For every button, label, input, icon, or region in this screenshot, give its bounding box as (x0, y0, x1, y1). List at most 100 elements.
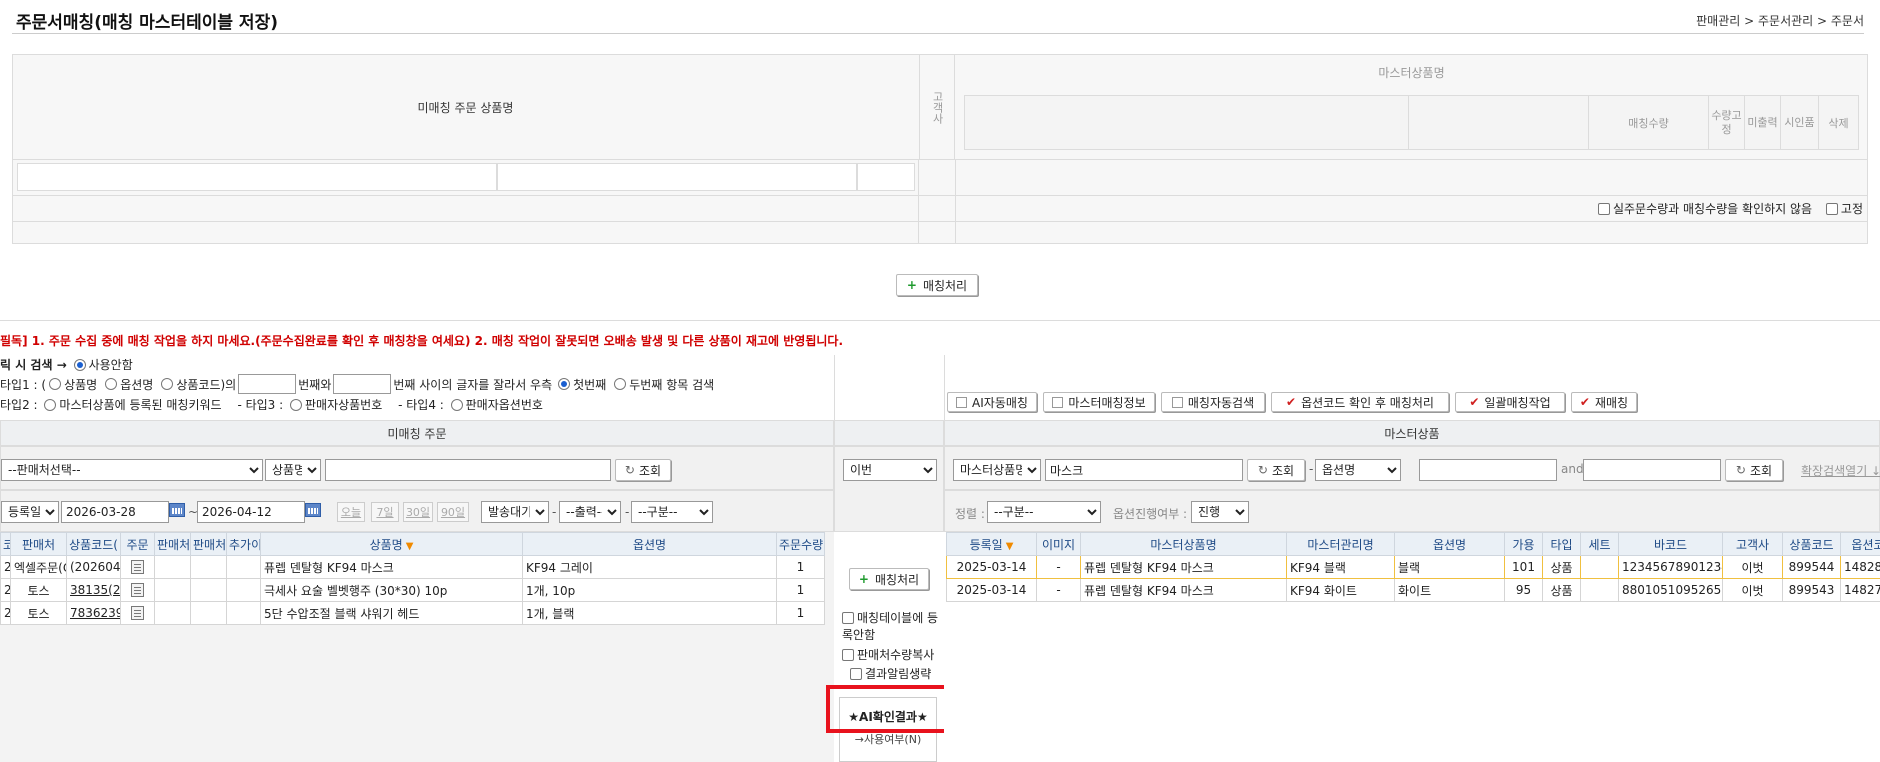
box-icon (1171, 396, 1183, 408)
type-select[interactable]: --구분-- (631, 501, 713, 523)
master-match-info-button[interactable]: 마스터매칭정보 (1043, 392, 1155, 412)
option-input-1[interactable] (1419, 459, 1557, 481)
col-type[interactable]: 타입 (1542, 532, 1581, 556)
col-order-qty[interactable]: 주문수량 (776, 532, 825, 556)
period-select[interactable]: 이번 (843, 459, 937, 481)
rematch-button[interactable]: ✔ 재매칭 (1571, 392, 1637, 412)
col-product-code[interactable]: 상품코드 (1782, 532, 1841, 556)
option-code-check-button[interactable]: ✔ 옵션코드 확인 후 매칭처리 (1271, 392, 1449, 412)
breadcrumb: 판매관리 > 주문서관리 > 주문서 (1696, 14, 1864, 28)
right-filter-bar: 정렬 : --구분-- 옵션진행여부 : 진행 (944, 490, 1880, 532)
check-icon: ✔ (1286, 395, 1297, 409)
expand-search-link[interactable]: 확장검색열기 ↓ (1801, 462, 1880, 479)
col-product-name[interactable]: 상품명 ▼ (260, 532, 523, 556)
master-header: 마스터상품명 (1378, 65, 1445, 80)
radio-first[interactable] (558, 378, 571, 390)
radio-product-code[interactable] (161, 378, 174, 390)
table-row[interactable]: 2025-03-14 - 퓨렙 덴탈형 KF94 마스크 KF94 화이트 화이… (946, 578, 1880, 602)
search-options: 릭 시 검색 → 사용안함 타입1 : ( 상품명 옵션명 상품코드 )의 번째… (0, 358, 715, 412)
copy-qty-checkbox[interactable] (842, 649, 854, 661)
no-register-checkbox[interactable] (842, 612, 854, 624)
match-process-button[interactable]: + 매칭처리 (849, 568, 929, 590)
bulk-match-button[interactable]: ✔ 일괄매칭작업 (1455, 392, 1565, 412)
table-row[interactable]: 2025-03-14 - 퓨렙 덴탈형 KF94 마스크 KF94 블랙 블랙 … (946, 555, 1880, 579)
print-select[interactable]: --출력-- (559, 501, 621, 523)
box-icon (1052, 396, 1064, 408)
skip-alert-option: 결과알림생략 (850, 665, 946, 682)
radio-second[interactable] (614, 378, 627, 390)
seller-select[interactable]: --판매처선택-- (1, 459, 263, 481)
option-search-button[interactable]: ↻ 조회 (1725, 459, 1783, 481)
date-from-input[interactable] (61, 501, 169, 523)
radio-none[interactable] (73, 359, 86, 371)
match-process-button-top[interactable]: + 매칭처리 (896, 274, 978, 296)
sort-icon: ▼ (1005, 540, 1014, 552)
col-set[interactable]: 세트 (1580, 532, 1619, 556)
radio-seller-product-no[interactable] (289, 399, 302, 411)
col-customer[interactable]: 고객사 (1722, 532, 1783, 556)
progress-select[interactable]: 진행 (1191, 501, 1249, 523)
col-seller[interactable]: 판매처 (10, 532, 67, 556)
col-no[interactable]: 코 (0, 532, 11, 556)
radio-product-name[interactable] (49, 378, 62, 390)
col-seller-2[interactable]: 판매처 (154, 532, 191, 556)
quick-90d[interactable]: 90일 (437, 502, 469, 522)
col-product-code[interactable]: 상품코드( (66, 532, 121, 556)
unmatched-extra-input[interactable] (857, 163, 915, 191)
dash-separator: - (552, 505, 557, 519)
option-field-select[interactable]: 옵션명 (1315, 459, 1401, 481)
master-field-select[interactable]: 마스터상품명 (953, 459, 1041, 481)
left-search-input[interactable] (325, 459, 611, 481)
cut-end-input[interactable] (333, 374, 392, 394)
table-row[interactable]: 21 엑셀주문(C (2026041 퓨렙 덴탈형 KF94 마스크 KF94 … (0, 555, 825, 579)
col-option-code[interactable]: 옵션코드 (1840, 532, 1880, 556)
option-input-2[interactable] (1583, 459, 1721, 481)
status-select[interactable]: 발송대기 (481, 501, 549, 523)
master-keyword-input[interactable] (1045, 459, 1243, 481)
document-icon[interactable] (131, 606, 144, 621)
unmatched-panel-header: 미매칭 주문 (0, 420, 834, 446)
col-match-qty: 매칭수량 (1589, 96, 1709, 149)
col-master-name[interactable]: 마스터상품명 (1080, 532, 1287, 556)
document-icon[interactable] (131, 560, 144, 575)
page-title: 주문서매칭(매칭 마스터테이블 저장) (16, 13, 278, 33)
skip-alert-checkbox[interactable] (850, 668, 862, 680)
unmatched-name-input-1[interactable] (17, 163, 497, 191)
col-avail[interactable]: 가용 (1504, 532, 1543, 556)
calendar-icon[interactable] (305, 503, 321, 517)
warning-text: 필독] 1. 주문 수집 중에 매칭 작업을 하지 마세요.(주문수집완료를 확… (0, 334, 843, 348)
col-image[interactable]: 이미지 (1036, 532, 1081, 556)
state-select[interactable]: --구분-- (987, 501, 1101, 523)
master-search-button[interactable]: ↻ 조회 (1247, 459, 1305, 481)
field-select[interactable]: 상품명 (265, 459, 321, 481)
left-search-button[interactable]: ↻ 조회 (615, 459, 671, 481)
col-reg-date[interactable]: 등록일 ▼ (946, 532, 1037, 556)
table-row[interactable]: 21 토스 7836239( 5단 수압조절 블랙 샤워기 헤드 1개, 블랙 … (0, 601, 825, 625)
date-type-select[interactable]: 등록일 (1, 501, 59, 523)
calendar-icon[interactable] (169, 503, 185, 517)
document-icon[interactable] (131, 583, 144, 598)
unmatched-option-input[interactable] (497, 163, 857, 191)
table-row[interactable]: 21 토스 38135(20 극세사 요술 벨벳행주 (30*30) 10p 1… (0, 578, 825, 602)
col-order[interactable]: 주문 (120, 532, 155, 556)
col-master-mgmt[interactable]: 마스터관리명 (1286, 532, 1395, 556)
cut-start-input[interactable] (238, 374, 297, 394)
col-barcode[interactable]: 바코드 (1618, 532, 1723, 556)
radio-match-keyword[interactable] (44, 399, 57, 411)
col-option[interactable]: 옵션명 (1394, 532, 1505, 556)
quick-7d[interactable]: 7일 (371, 502, 399, 522)
radio-seller-option-no[interactable] (450, 399, 463, 411)
col-seller-3[interactable]: 판매처 (190, 532, 227, 556)
auto-search-button[interactable]: 매칭자동검색 (1161, 392, 1265, 412)
col-option-name[interactable]: 옵션명 (522, 532, 777, 556)
quick-today[interactable]: 오늘 (337, 502, 365, 522)
date-to-input[interactable] (197, 501, 305, 523)
ai-auto-match-button[interactable]: AI자동매칭 (947, 392, 1037, 412)
quick-30d[interactable]: 30일 (403, 502, 433, 522)
confirm-checkbox[interactable] (1597, 203, 1610, 215)
col-extra[interactable]: 추가이 (226, 532, 261, 556)
ai-result-subtitle: →사용여부(N) (854, 733, 922, 746)
fixed-checkbox[interactable] (1825, 203, 1838, 215)
highlight-box (826, 685, 956, 733)
radio-option-name[interactable] (105, 378, 118, 390)
